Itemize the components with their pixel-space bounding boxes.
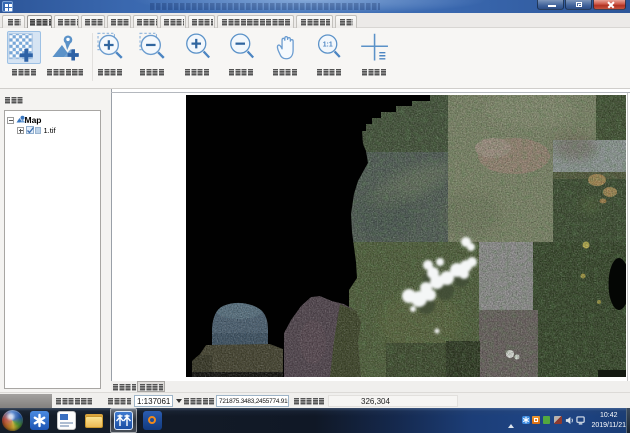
svg-text:1:1: 1:1 xyxy=(323,42,333,49)
